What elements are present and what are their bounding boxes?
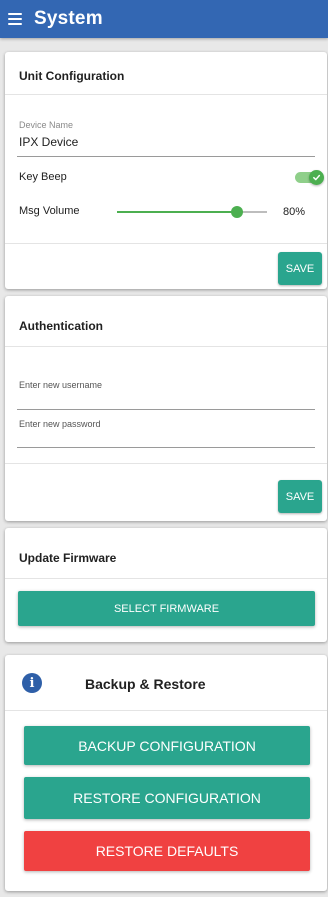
msg-volume-slider[interactable]: [117, 204, 267, 220]
hamburger-menu-icon[interactable]: [8, 13, 22, 25]
divider: [5, 243, 327, 244]
update-firmware-title: Update Firmware: [19, 551, 117, 565]
username-input[interactable]: Enter new username: [19, 380, 102, 390]
unit-configuration-card: Unit Configuration Device Name IPX Devic…: [5, 52, 327, 289]
app-bar: System: [0, 0, 328, 38]
backup-restore-card: i Backup & Restore BACKUP CONFIGURATION …: [5, 655, 327, 891]
restore-configuration-button[interactable]: RESTORE CONFIGURATION: [24, 777, 310, 819]
device-name-underline: [17, 156, 315, 157]
select-firmware-button[interactable]: SELECT FIRMWARE: [18, 591, 315, 626]
authentication-title: Authentication: [19, 319, 103, 333]
update-firmware-card: Update Firmware SELECT FIRMWARE: [5, 528, 327, 642]
divider: [5, 710, 327, 711]
username-underline: [17, 409, 315, 410]
page-title: System: [34, 8, 103, 29]
slider-knob[interactable]: [231, 206, 243, 218]
msg-volume-label: Msg Volume: [19, 205, 80, 217]
password-input[interactable]: Enter new password: [19, 419, 101, 429]
device-name-field[interactable]: IPX Device: [19, 135, 78, 149]
toggle-thumb: [309, 170, 324, 185]
backup-restore-title: Backup & Restore: [85, 676, 206, 692]
msg-volume-value: 80%: [283, 206, 306, 218]
divider: [5, 346, 327, 347]
restore-defaults-button[interactable]: RESTORE DEFAULTS: [24, 831, 310, 871]
device-name-label: Device Name: [19, 120, 74, 130]
key-beep-label: Key Beep: [19, 171, 67, 183]
unit-configuration-title: Unit Configuration: [19, 69, 125, 83]
save-button[interactable]: SAVE: [278, 480, 322, 513]
backup-configuration-button[interactable]: BACKUP CONFIGURATION: [24, 726, 310, 765]
check-icon: [313, 174, 321, 181]
authentication-card: Authentication Enter new username Enter …: [5, 296, 327, 521]
divider: [5, 94, 327, 95]
key-beep-toggle[interactable]: [295, 170, 324, 185]
divider: [5, 578, 327, 579]
divider: [5, 463, 327, 464]
password-underline: [17, 447, 315, 448]
info-icon: i: [22, 673, 42, 693]
save-button[interactable]: SAVE: [278, 252, 322, 285]
slider-fill: [117, 211, 237, 213]
